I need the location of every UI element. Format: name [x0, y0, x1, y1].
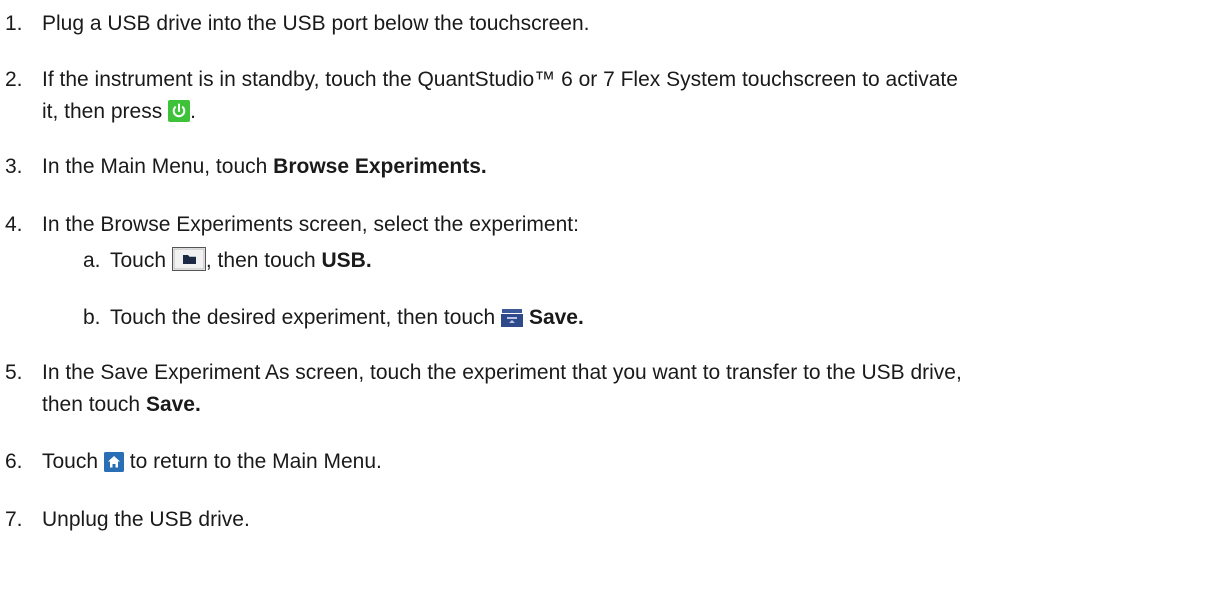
substep-letter: a. — [83, 249, 101, 272]
step-text-plain-2: , then touch — [205, 249, 316, 272]
substep-letter: b. — [83, 306, 101, 329]
browse-experiments-label: Browse Experiments. — [273, 155, 487, 178]
folder-icon — [171, 247, 206, 281]
usb-label: USB. — [321, 249, 372, 272]
step-number: 3. — [5, 155, 23, 178]
step-number: 1. — [5, 12, 23, 35]
home-icon — [103, 450, 124, 482]
power-icon — [168, 100, 191, 132]
step-text-plain: Touch — [110, 249, 167, 272]
step-text-plain-2: to return to the Main Menu. — [129, 450, 382, 473]
step-text: If the instrument is in standby, touch t… — [42, 64, 1223, 132]
step-text: Touch to return to the Main Menu. — [42, 446, 1223, 482]
step-number: 6. — [5, 450, 23, 473]
step-text-line-1: In the Save Experiment As screen, touch … — [42, 361, 962, 384]
step-number: 5. — [5, 361, 23, 384]
step-text-plain: Touch — [42, 450, 99, 473]
step-text: In the Browse Experiments screen, select… — [42, 213, 579, 236]
save-label: Save. — [528, 306, 584, 329]
step-text: Touch the desired experiment, then touch… — [110, 302, 1223, 338]
save-label: Save. — [145, 393, 201, 416]
step-text-plain: In the Main Menu, touch — [42, 155, 268, 178]
step-text-line-2: then touch — [42, 393, 141, 416]
step-text: In the Main Menu, touch Browse Experimen… — [42, 151, 1223, 183]
step-text-period: . — [190, 100, 196, 123]
step-text: Touch , then touch USB. — [110, 245, 1223, 281]
step-text: Unplug the USB drive. — [42, 508, 250, 531]
step-text-line-1: If the instrument is in standby, touch t… — [42, 68, 958, 91]
step-number: 7. — [5, 508, 23, 531]
step-number: 4. — [5, 213, 23, 236]
save-icon — [501, 306, 524, 338]
step-text-line-2: it, then press — [42, 100, 163, 123]
step-text: In the Save Experiment As screen, touch … — [42, 357, 1223, 421]
step-number: 2. — [5, 68, 23, 91]
step-text: Plug a USB drive into the USB port below… — [42, 12, 590, 35]
step-text-plain: Touch the desired experiment, then touch — [110, 306, 496, 329]
